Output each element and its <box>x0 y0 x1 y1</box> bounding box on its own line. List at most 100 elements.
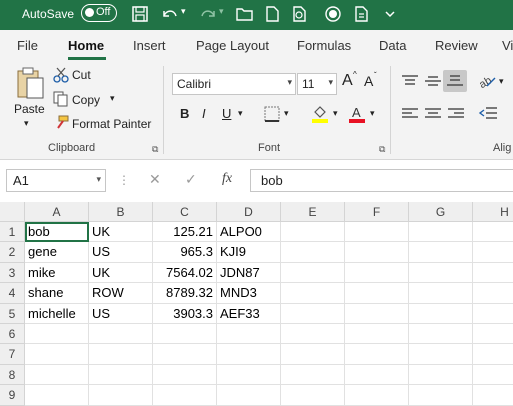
cell-D5[interactable]: AEF33 <box>217 303 281 324</box>
format-painter-icon[interactable] <box>53 115 69 131</box>
cell-F8[interactable] <box>345 364 409 386</box>
row-header[interactable]: 8 <box>0 364 25 386</box>
fill-color-dropdown-icon[interactable]: ▾ <box>333 108 338 119</box>
copy-button[interactable]: Copy <box>72 93 100 107</box>
cell-B5[interactable]: US <box>89 303 153 324</box>
tab-review[interactable]: Review <box>435 38 478 53</box>
cell-D8[interactable] <box>217 364 281 386</box>
cell-B4[interactable]: ROW <box>89 283 153 304</box>
cell-F4[interactable] <box>345 283 409 304</box>
cell-C2[interactable]: 965.3 <box>153 242 217 263</box>
cell-D2[interactable]: KJI9 <box>217 242 281 263</box>
cell-C9[interactable] <box>153 385 217 406</box>
cell-B9[interactable] <box>89 385 153 406</box>
cell-H8[interactable] <box>473 365 513 386</box>
undo-dropdown-icon[interactable]: ▾ <box>181 6 186 17</box>
spreadsheet-grid[interactable]: A B C D E F G H 1 bob UK 125.21 ALPO0 2 gene US 965.3 KJI… <box>0 202 513 406</box>
cell-E3[interactable] <box>281 262 345 284</box>
redo-icon[interactable] <box>198 5 218 23</box>
customize-toolbar-icon[interactable] <box>384 9 396 19</box>
cell-A9[interactable] <box>25 385 89 406</box>
row-header[interactable]: 6 <box>0 324 25 345</box>
insert-function-button[interactable]: fx <box>222 171 232 187</box>
align-left-icon[interactable] <box>401 107 419 121</box>
tab-formulas[interactable]: Formulas <box>297 38 351 53</box>
cell-E8[interactable] <box>281 364 345 386</box>
cell-H6[interactable] <box>473 324 513 345</box>
cell-A3[interactable]: mike <box>25 262 89 284</box>
cell-E6[interactable] <box>281 324 345 345</box>
orientation-dropdown-icon[interactable]: ▾ <box>499 76 504 87</box>
cell-G9[interactable] <box>409 385 473 406</box>
cell-E2[interactable] <box>281 242 345 263</box>
cell-C7[interactable] <box>153 344 217 365</box>
cell-A6[interactable] <box>25 324 89 345</box>
italic-button[interactable]: I <box>202 106 206 121</box>
row-header[interactable]: 4 <box>0 283 25 304</box>
paste-button[interactable]: Paste <box>14 102 45 116</box>
cell-C4[interactable]: 8789.32 <box>153 283 217 304</box>
column-header[interactable]: H <box>473 202 513 222</box>
cell-A5[interactable]: michelle <box>25 303 89 324</box>
cell-H1[interactable] <box>473 222 513 243</box>
formula-input[interactable]: bob <box>250 169 513 192</box>
font-color-icon[interactable]: A <box>348 104 366 124</box>
cell-D3[interactable]: JDN87 <box>217 262 281 284</box>
tab-data[interactable]: Data <box>379 38 406 53</box>
cell-G5[interactable] <box>409 303 473 324</box>
font-size-combo[interactable]: 11 ▾ <box>297 73 337 95</box>
align-bottom-button[interactable] <box>443 70 467 92</box>
cell-H4[interactable] <box>473 283 513 304</box>
cell-D1[interactable]: ALPO0 <box>217 222 281 243</box>
cell-D9[interactable] <box>217 385 281 406</box>
bold-button[interactable]: B <box>180 106 189 121</box>
cell-G1[interactable] <box>409 222 473 243</box>
cell-E5[interactable] <box>281 303 345 324</box>
column-header[interactable]: D <box>217 202 281 222</box>
record-icon[interactable] <box>324 5 342 23</box>
align-center-icon[interactable] <box>424 107 442 121</box>
font-name-combo[interactable]: Calibri ▾ <box>172 73 296 95</box>
document-icon[interactable] <box>352 5 370 23</box>
cell-E9[interactable] <box>281 385 345 406</box>
column-header[interactable]: C <box>153 202 217 222</box>
tab-insert[interactable]: Insert <box>133 38 166 53</box>
cut-button[interactable]: Cut <box>72 68 91 82</box>
cell-B8[interactable] <box>89 364 153 386</box>
cell-H3[interactable] <box>473 263 513 284</box>
format-painter-button[interactable]: Format Painter <box>72 117 151 131</box>
grow-font-button[interactable]: A <box>342 72 353 90</box>
row-header[interactable]: 2 <box>0 242 25 263</box>
select-all-corner[interactable] <box>0 202 25 222</box>
cell-E7[interactable] <box>281 344 345 365</box>
row-header[interactable]: 7 <box>0 344 25 365</box>
orientation-icon[interactable]: ab <box>477 72 497 90</box>
cell-G3[interactable] <box>409 262 473 284</box>
cell-G2[interactable] <box>409 242 473 263</box>
cell-E4[interactable] <box>281 283 345 304</box>
cell-A2[interactable]: gene <box>25 242 89 263</box>
row-header[interactable]: 1 <box>0 222 25 243</box>
row-header[interactable]: 5 <box>0 303 25 324</box>
cell-C8[interactable] <box>153 364 217 386</box>
copy-dropdown-icon[interactable]: ▾ <box>110 93 115 104</box>
cell-F5[interactable] <box>345 303 409 324</box>
tab-page-layout[interactable]: Page Layout <box>196 38 269 53</box>
open-folder-icon[interactable] <box>235 5 255 23</box>
cell-E1[interactable] <box>281 222 345 243</box>
align-top-icon[interactable] <box>401 74 419 88</box>
cell-A8[interactable] <box>25 364 89 386</box>
underline-button[interactable]: U <box>222 106 231 121</box>
font-color-dropdown-icon[interactable]: ▾ <box>370 108 375 119</box>
borders-dropdown-icon[interactable]: ▾ <box>284 108 289 119</box>
cell-A1[interactable]: bob <box>25 222 89 243</box>
underline-dropdown-icon[interactable]: ▾ <box>238 108 243 119</box>
cell-A4[interactable]: shane <box>25 283 89 304</box>
undo-icon[interactable] <box>160 5 180 23</box>
scissors-icon[interactable] <box>53 67 69 83</box>
align-right-icon[interactable] <box>447 107 465 121</box>
cell-B6[interactable] <box>89 324 153 345</box>
cell-C5[interactable]: 3903.3 <box>153 303 217 324</box>
tab-view[interactable]: Vi <box>502 38 513 53</box>
cell-B7[interactable] <box>89 344 153 365</box>
